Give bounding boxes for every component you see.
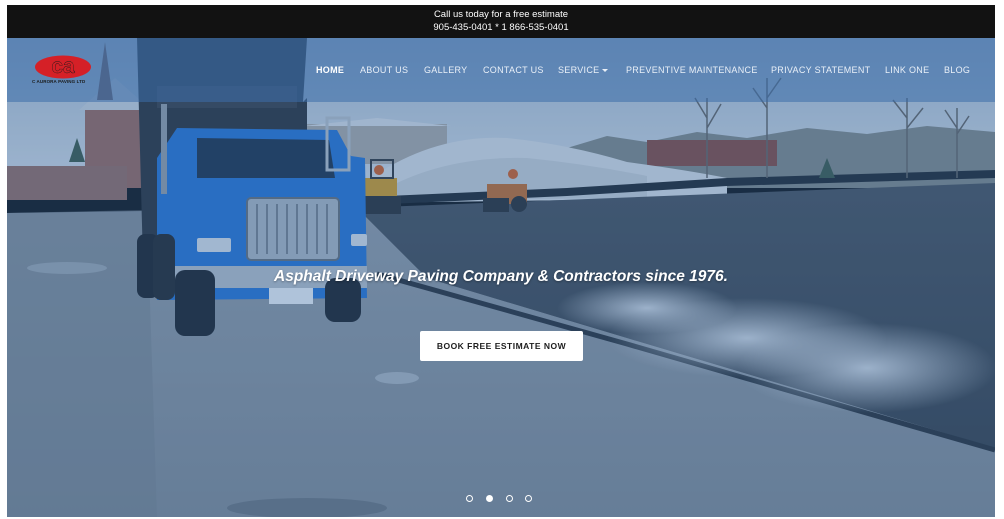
announcement-text: Call us today for a free estimate: [433, 9, 569, 20]
nav-blog[interactable]: BLOG: [944, 65, 970, 75]
logo-subtitle: C AURORA PAVING LTD: [32, 79, 86, 84]
nav-about-us[interactable]: ABOUT US: [360, 65, 408, 75]
nav-service-label: SERVICE: [558, 65, 600, 75]
ca-logo-mark: ca: [35, 55, 91, 79]
carousel-dot-2[interactable]: [486, 495, 493, 502]
nav-preventive-maintenance[interactable]: PREVENTIVE MAINTENANCE: [626, 65, 758, 75]
announcement-bar: Call us today for a free estimate 905-43…: [7, 5, 995, 38]
nav-service[interactable]: SERVICE: [558, 65, 609, 75]
page-frame: Call us today for a free estimate 905-43…: [7, 5, 995, 517]
carousel-dot-4[interactable]: [525, 495, 532, 502]
carousel-dot-3[interactable]: [506, 495, 513, 502]
navbar: ca C AURORA PAVING LTD HOME ABOUT US GAL…: [7, 38, 995, 102]
nav-home[interactable]: HOME: [316, 65, 344, 75]
nav-contact-us[interactable]: CONTACT US: [483, 65, 544, 75]
hero-slider: ca C AURORA PAVING LTD HOME ABOUT US GAL…: [7, 38, 995, 517]
svg-text:ca: ca: [51, 55, 75, 78]
nav-gallery[interactable]: GALLERY: [424, 65, 467, 75]
chevron-down-icon: [602, 69, 609, 72]
nav-privacy-statement[interactable]: PRIVACY STATEMENT: [771, 65, 870, 75]
book-estimate-button[interactable]: BOOK FREE ESTIMATE NOW: [420, 331, 583, 361]
nav-link-one[interactable]: LINK ONE: [885, 65, 929, 75]
hero-headline: Asphalt Driveway Paving Company & Contra…: [274, 268, 728, 285]
phone-numbers[interactable]: 905-435-0401 * 1 866-535-0401: [7, 21, 995, 34]
carousel-dot-1[interactable]: [466, 495, 473, 502]
company-logo[interactable]: ca C AURORA PAVING LTD: [32, 55, 94, 87]
